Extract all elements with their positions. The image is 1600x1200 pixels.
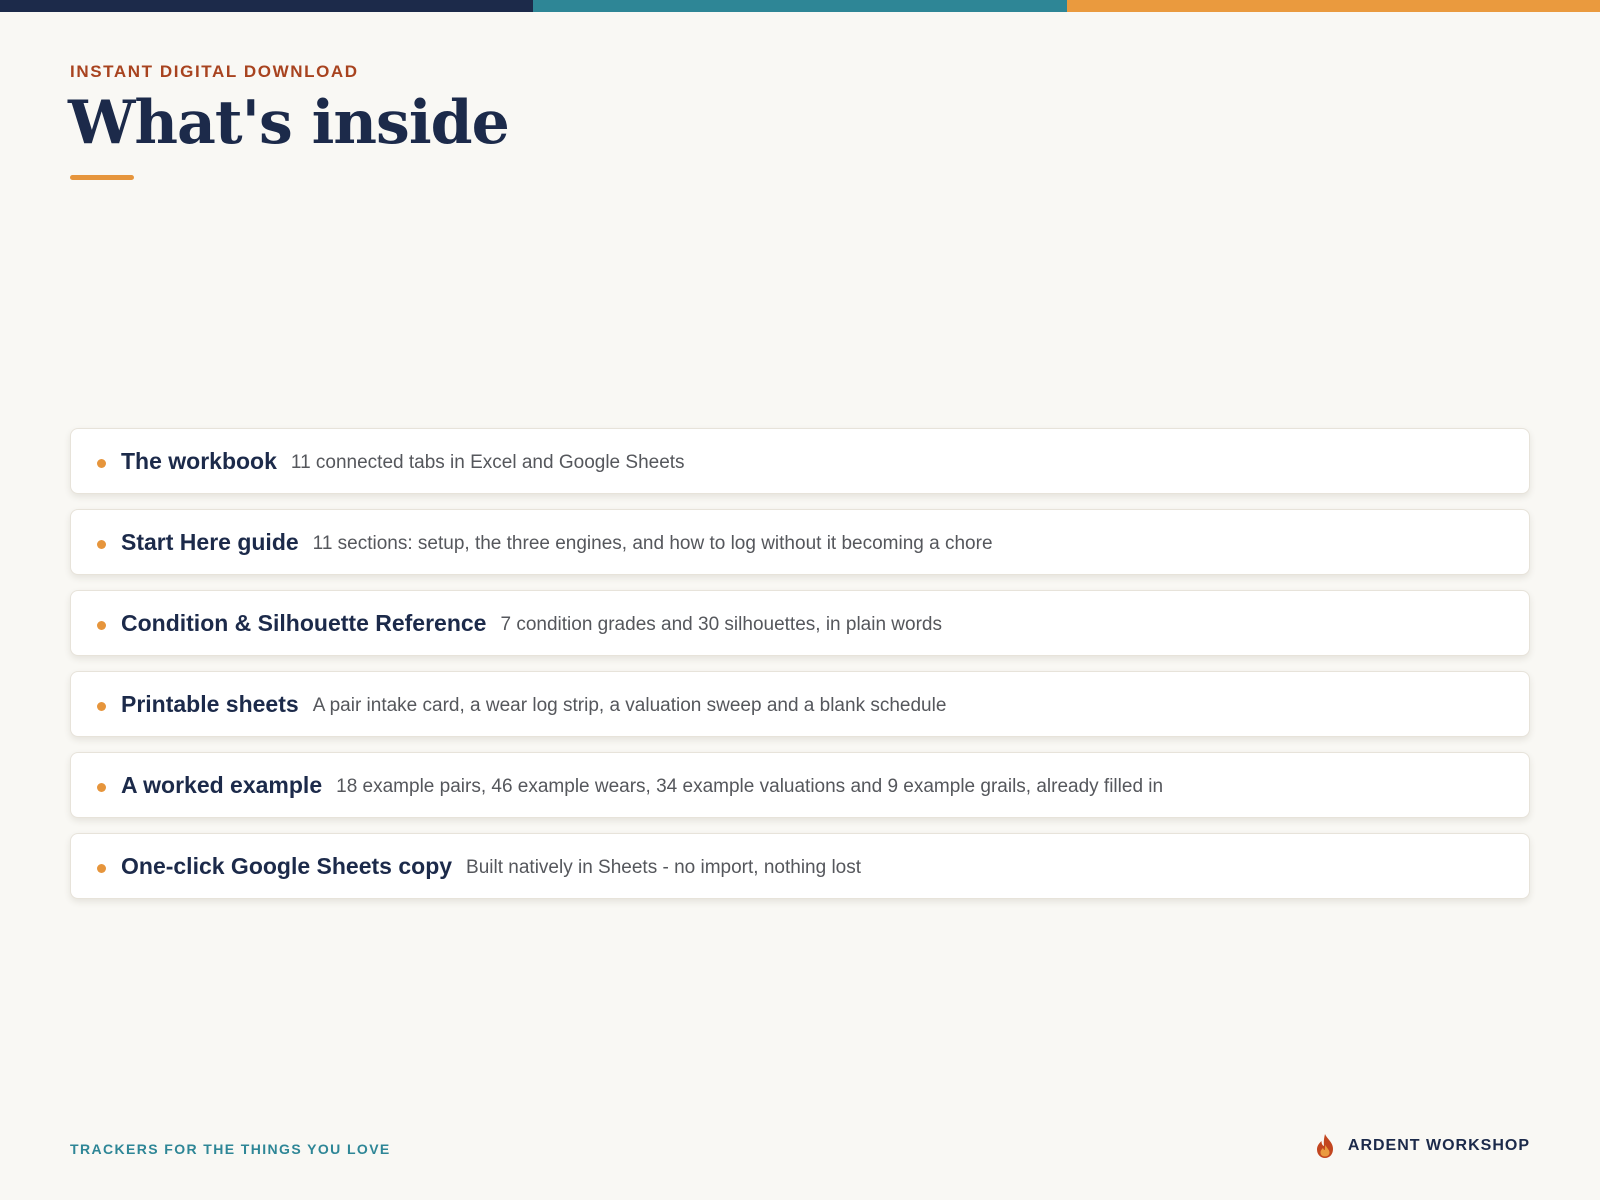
brand-lockup: ARDENT WORKSHOP xyxy=(1314,1133,1530,1159)
item-description: A pair intake card, a wear log strip, a … xyxy=(312,694,947,716)
item-description: 7 condition grades and 30 silhouettes, i… xyxy=(500,613,942,635)
contents-list: The workbook 11 connected tabs in Excel … xyxy=(70,428,1530,914)
item-description: 11 sections: setup, the three engines, a… xyxy=(312,532,993,554)
list-item-workbook: The workbook 11 connected tabs in Excel … xyxy=(70,428,1530,494)
item-name: Condition & Silhouette Reference xyxy=(121,609,487,636)
page-title: What's inside xyxy=(68,88,510,158)
title-underline xyxy=(70,175,134,180)
list-item-start-here-guide: Start Here guide 11 sections: setup, the… xyxy=(70,509,1530,575)
list-item-worked-example: A worked example 18 example pairs, 46 ex… xyxy=(70,752,1530,818)
bullet-icon xyxy=(97,539,106,549)
top-bar-orange-segment xyxy=(1066,0,1600,12)
bullet-icon xyxy=(97,620,106,630)
item-name: The workbook xyxy=(121,447,277,474)
top-bar-teal-segment xyxy=(533,0,1067,12)
top-color-bar xyxy=(0,0,1600,12)
bullet-icon xyxy=(97,863,106,873)
item-description: 18 example pairs, 46 example wears, 34 e… xyxy=(336,775,1164,797)
top-bar-navy-segment xyxy=(0,0,534,12)
item-name: Printable sheets xyxy=(121,690,299,717)
list-item-google-sheets-copy: One-click Google Sheets copy Built nativ… xyxy=(70,833,1530,899)
item-description: 11 connected tabs in Excel and Google Sh… xyxy=(290,451,685,473)
bullet-icon xyxy=(97,782,106,792)
list-item-printable-sheets: Printable sheets A pair intake card, a w… xyxy=(70,671,1530,737)
footer-tagline: TRACKERS FOR THE THINGS YOU LOVE xyxy=(70,1141,391,1157)
bullet-icon xyxy=(97,701,106,711)
item-description: Built natively in Sheets - no import, no… xyxy=(466,856,862,878)
eyebrow-label: INSTANT DIGITAL DOWNLOAD xyxy=(70,62,359,81)
page: INSTANT DIGITAL DOWNLOAD What's inside T… xyxy=(0,0,1600,1200)
item-name: Start Here guide xyxy=(121,528,299,555)
item-name: A worked example xyxy=(121,771,323,798)
item-name: One-click Google Sheets copy xyxy=(121,852,453,879)
bullet-icon xyxy=(97,458,106,468)
flame-logo-icon xyxy=(1316,1134,1333,1158)
list-item-condition-reference: Condition & Silhouette Reference 7 condi… xyxy=(70,590,1530,656)
brand-name: ARDENT WORKSHOP xyxy=(1347,1137,1530,1154)
